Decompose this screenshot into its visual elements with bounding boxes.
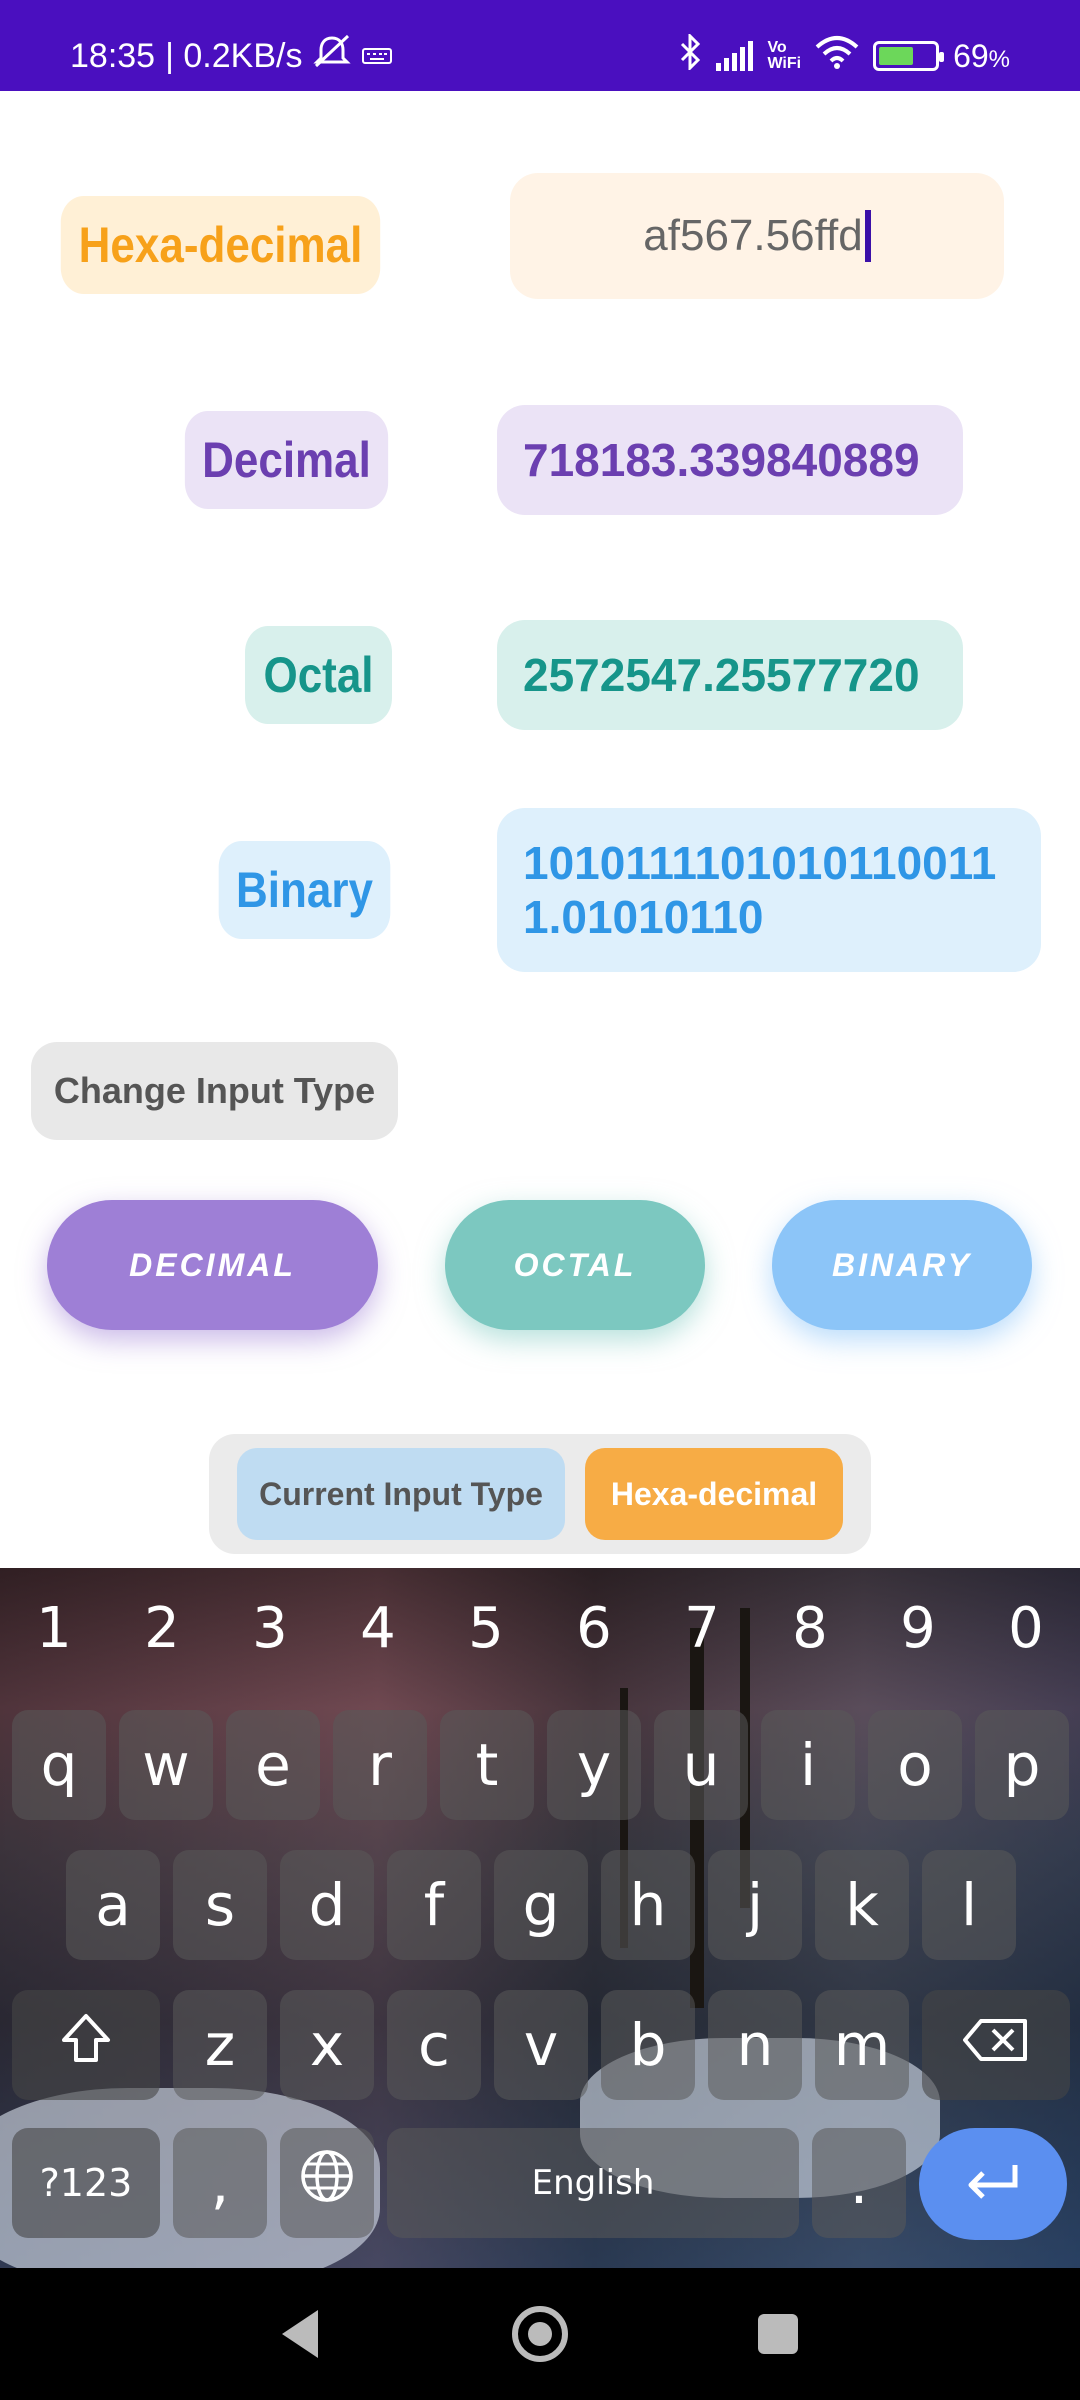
- key-g[interactable]: g: [494, 1850, 588, 1960]
- recents-icon[interactable]: [758, 2314, 798, 2354]
- octal-label: Octal: [245, 626, 392, 724]
- home-icon-dot: [528, 2322, 552, 2346]
- binary-value: 10101111010101100111.01010110: [497, 808, 1041, 972]
- number-row: 1 2 3 4 5 6 7 8 9 0: [0, 1568, 1080, 1688]
- enter-key[interactable]: [919, 2128, 1067, 2240]
- key-f[interactable]: f: [387, 1850, 481, 1960]
- key-n[interactable]: n: [708, 1990, 802, 2100]
- key-5[interactable]: 5: [432, 1568, 540, 1688]
- decimal-value: 718183.339840889: [497, 405, 963, 515]
- current-input-type-value: Hexa-decimal: [585, 1448, 843, 1540]
- battery-unit: %: [988, 45, 1010, 73]
- globe-icon: [298, 2147, 356, 2219]
- key-4[interactable]: 4: [324, 1568, 432, 1688]
- key-8[interactable]: 8: [756, 1568, 864, 1688]
- battery-icon: [873, 41, 945, 71]
- status-bar: 18:35 | 0.2KB/s Vo WiFi 69%: [0, 0, 1080, 91]
- key-9[interactable]: 9: [864, 1568, 972, 1688]
- key-x[interactable]: x: [280, 1990, 374, 2100]
- key-w[interactable]: w: [119, 1710, 213, 1820]
- key-t[interactable]: t: [440, 1710, 534, 1820]
- change-input-type-label: Change Input Type: [31, 1042, 398, 1140]
- space-bar[interactable]: English: [387, 2128, 799, 2238]
- current-input-type-box: Current Input Type Hexa-decimal: [209, 1434, 871, 1554]
- key-2[interactable]: 2: [108, 1568, 216, 1688]
- vowifi-icon: Vo WiFi: [767, 40, 801, 72]
- key-j[interactable]: j: [708, 1850, 802, 1960]
- silent-icon: [312, 34, 352, 79]
- network-speed: | 0.2KB/s: [165, 37, 303, 75]
- vowifi-top: Vo: [767, 39, 787, 56]
- key-z[interactable]: z: [173, 1990, 267, 2100]
- key-i[interactable]: i: [761, 1710, 855, 1820]
- battery-percent: 69: [953, 37, 989, 74]
- decimal-label: Decimal: [184, 411, 389, 509]
- octal-button[interactable]: OCTAL: [445, 1200, 705, 1330]
- status-left: 18:35 | 0.2KB/s: [70, 34, 393, 79]
- vowifi-bottom: WiFi: [767, 55, 802, 72]
- key-1[interactable]: 1: [0, 1568, 108, 1688]
- key-h[interactable]: h: [601, 1850, 695, 1960]
- battery-level: 69%: [953, 38, 1010, 75]
- backspace-key[interactable]: [922, 1990, 1070, 2100]
- key-6[interactable]: 6: [540, 1568, 648, 1688]
- backspace-icon: [961, 2011, 1031, 2079]
- key-u[interactable]: u: [654, 1710, 748, 1820]
- binary-button[interactable]: BINARY: [772, 1200, 1032, 1330]
- key-q[interactable]: q: [12, 1710, 106, 1820]
- shift-key[interactable]: [12, 1990, 160, 2100]
- symbols-key[interactable]: ?123: [12, 2128, 160, 2238]
- key-m[interactable]: m: [815, 1990, 909, 2100]
- key-d[interactable]: d: [280, 1850, 374, 1960]
- binary-label: Binary: [218, 841, 391, 939]
- key-b[interactable]: b: [601, 1990, 695, 2100]
- period-key[interactable]: .: [812, 2128, 906, 2238]
- current-input-type-label: Current Input Type: [237, 1448, 565, 1540]
- navigation-bar: [0, 2268, 1080, 2400]
- hex-input-field[interactable]: af567.56ffd: [510, 173, 1004, 299]
- key-e[interactable]: e: [226, 1710, 320, 1820]
- keyboard-icon: [362, 37, 393, 76]
- key-o[interactable]: o: [868, 1710, 962, 1820]
- hex-label: Hexa-decimal: [60, 196, 381, 294]
- decimal-button[interactable]: DECIMAL: [47, 1200, 378, 1330]
- shift-icon: [58, 2010, 114, 2080]
- home-icon[interactable]: [512, 2306, 568, 2362]
- key-k[interactable]: k: [815, 1850, 909, 1960]
- hex-input-value: af567.56ffd: [643, 211, 863, 260]
- text-cursor: [864, 210, 871, 262]
- octal-value: 2572547.25577720: [497, 620, 963, 730]
- key-3[interactable]: 3: [216, 1568, 324, 1688]
- key-p[interactable]: p: [975, 1710, 1069, 1820]
- key-7[interactable]: 7: [648, 1568, 756, 1688]
- key-v[interactable]: v: [494, 1990, 588, 2100]
- enter-icon: [963, 2155, 1023, 2213]
- clock: 18:35: [70, 37, 156, 75]
- back-icon[interactable]: [282, 2310, 318, 2358]
- wifi-icon: [815, 35, 859, 77]
- key-0[interactable]: 0: [972, 1568, 1080, 1688]
- bluetooth-icon: [678, 32, 702, 78]
- comma-key[interactable]: ,: [173, 2128, 267, 2238]
- key-l[interactable]: l: [922, 1850, 1016, 1960]
- key-c[interactable]: c: [387, 1990, 481, 2100]
- globe-key[interactable]: [280, 2128, 374, 2238]
- soft-keyboard: 1 2 3 4 5 6 7 8 9 0 q w e r t y u i o p …: [0, 1568, 1080, 2268]
- key-y[interactable]: y: [547, 1710, 641, 1820]
- key-s[interactable]: s: [173, 1850, 267, 1960]
- status-right: Vo WiFi 69%: [678, 32, 1010, 78]
- key-a[interactable]: a: [66, 1850, 160, 1960]
- signal-icon: [716, 41, 754, 71]
- key-r[interactable]: r: [333, 1710, 427, 1820]
